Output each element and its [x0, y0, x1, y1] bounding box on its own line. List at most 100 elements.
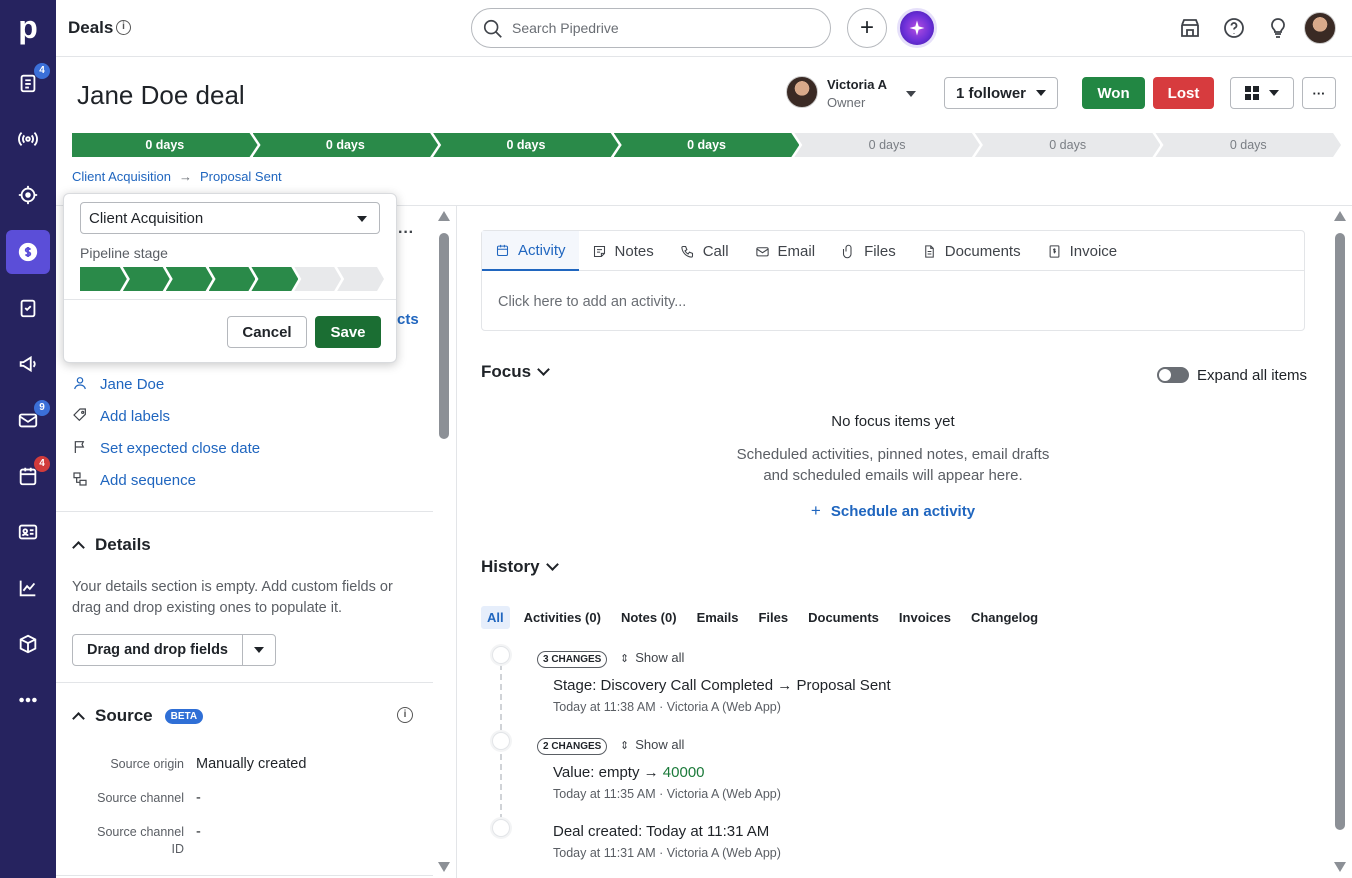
- won-button[interactable]: Won: [1082, 77, 1145, 109]
- main-scrollbar-thumb[interactable]: [1335, 233, 1345, 830]
- nav-mail[interactable]: 9: [6, 398, 50, 442]
- note-icon: [593, 245, 605, 257]
- search-box[interactable]: [471, 8, 831, 48]
- tab-call[interactable]: Call: [667, 231, 742, 271]
- more-actions-button[interactable]: ···: [1302, 77, 1336, 109]
- source-origin-value[interactable]: Manually created: [196, 756, 306, 772]
- pipeline-stage[interactable]: 0 days: [794, 133, 980, 157]
- nav-insights[interactable]: [6, 566, 50, 610]
- nav-tasks[interactable]: [6, 286, 50, 330]
- source-channel-value[interactable]: -: [196, 790, 201, 806]
- add-labels-row[interactable]: Add labels: [72, 407, 170, 425]
- drag-drop-fields-button[interactable]: Drag and drop fields: [73, 635, 243, 665]
- history-tab-notes[interactable]: Notes (0): [615, 606, 683, 629]
- drag-drop-menu-button[interactable]: [243, 635, 275, 665]
- tab-documents[interactable]: Documents: [909, 231, 1034, 271]
- timeline-dot: [492, 732, 510, 750]
- help-icon[interactable]: [1222, 16, 1246, 40]
- source-channel-id-value[interactable]: -: [196, 824, 201, 840]
- scroll-up-arrow[interactable]: [438, 211, 450, 221]
- stage-link[interactable]: Proposal Sent: [200, 169, 282, 184]
- stage-option[interactable]: [209, 267, 256, 291]
- show-all-link[interactable]: ⇕ Show all: [620, 737, 684, 752]
- lightbulb-icon[interactable]: [1266, 16, 1290, 40]
- ai-assistant-button[interactable]: [897, 8, 937, 48]
- add-button[interactable]: +: [847, 8, 887, 48]
- nav-deals-list[interactable]: 4: [6, 61, 50, 105]
- schedule-activity-link[interactable]: + Schedule an activity: [481, 501, 1305, 521]
- nav-leads[interactable]: [6, 117, 50, 161]
- scroll-down-arrow[interactable]: [438, 862, 450, 872]
- tab-files[interactable]: Files: [828, 231, 909, 271]
- pipeline-select[interactable]: Client Acquisition: [80, 202, 380, 234]
- stage-option[interactable]: [80, 267, 127, 291]
- nav-more[interactable]: [6, 678, 50, 722]
- nav-campaigns[interactable]: [6, 342, 50, 386]
- close-date-link[interactable]: Set expected close date: [100, 440, 260, 457]
- tab-email[interactable]: Email: [742, 231, 829, 271]
- summary-menu-button[interactable]: ···: [398, 224, 414, 242]
- nav-calendar[interactable]: 4: [6, 454, 50, 498]
- history-tab-files[interactable]: Files: [752, 606, 794, 629]
- add-labels-link[interactable]: Add labels: [100, 408, 170, 425]
- expand-all-toggle[interactable]: [1157, 367, 1189, 383]
- pipeline-stage[interactable]: 0 days: [433, 133, 619, 157]
- stage-option[interactable]: [294, 267, 341, 291]
- focus-section-header[interactable]: Focus: [481, 362, 550, 382]
- info-icon[interactable]: i: [116, 20, 131, 35]
- pipeline-stage[interactable]: 0 days: [72, 133, 258, 157]
- lost-button[interactable]: Lost: [1153, 77, 1214, 109]
- history-tab-documents[interactable]: Documents: [802, 606, 885, 629]
- megaphone-icon: [19, 355, 36, 373]
- left-scrollbar-thumb[interactable]: [439, 233, 449, 439]
- show-all-link[interactable]: ⇕ Show all: [620, 650, 684, 665]
- tab-activity[interactable]: Activity: [482, 231, 579, 271]
- tab-invoice[interactable]: Invoice: [1034, 231, 1131, 271]
- pipeline-stage[interactable]: 0 days: [975, 133, 1161, 157]
- contacts-link-peek[interactable]: cts: [397, 311, 419, 328]
- history-tab-emails[interactable]: Emails: [691, 606, 745, 629]
- close-date-row[interactable]: Set expected close date: [72, 439, 260, 457]
- history-tab-all[interactable]: All: [481, 606, 510, 629]
- stage-option[interactable]: [123, 267, 170, 291]
- scroll-up-arrow[interactable]: [1334, 211, 1346, 221]
- stage-option[interactable]: [251, 267, 298, 291]
- expand-all-label[interactable]: Expand all items: [1197, 367, 1307, 384]
- pipeline-stage[interactable]: 0 days: [614, 133, 800, 157]
- pipeline-stage[interactable]: 0 days: [1155, 133, 1341, 157]
- user-avatar[interactable]: [1304, 12, 1336, 44]
- history-tab-changelog[interactable]: Changelog: [965, 606, 1044, 629]
- view-switcher-button[interactable]: [1230, 77, 1294, 109]
- nav-deals[interactable]: [6, 230, 50, 274]
- deal-value-link[interactable]: 40000: [663, 764, 705, 781]
- pipedrive-logo[interactable]: p: [14, 10, 42, 44]
- history-tab-invoices[interactable]: Invoices: [893, 606, 957, 629]
- tab-notes[interactable]: Notes: [579, 231, 667, 271]
- owner-name[interactable]: Victoria A: [827, 77, 887, 92]
- nav-projects[interactable]: [6, 173, 50, 217]
- add-activity-placeholder[interactable]: Click here to add an activity...: [498, 294, 686, 310]
- deal-title[interactable]: Jane Doe deal: [77, 80, 245, 111]
- pipeline-stage[interactable]: 0 days: [253, 133, 439, 157]
- info-icon[interactable]: i: [397, 707, 413, 723]
- history-tab-activities[interactable]: Activities (0): [518, 606, 607, 629]
- save-button[interactable]: Save: [315, 316, 381, 348]
- person-link[interactable]: Jane Doe: [100, 376, 164, 393]
- follower-button[interactable]: 1 follower: [944, 77, 1058, 109]
- add-sequence-link[interactable]: Add sequence: [100, 472, 196, 489]
- person-row[interactable]: Jane Doe: [72, 375, 164, 393]
- cancel-button[interactable]: Cancel: [227, 316, 307, 348]
- history-section-header[interactable]: History: [481, 557, 559, 577]
- nav-products[interactable]: [6, 622, 50, 666]
- search-input[interactable]: [512, 18, 812, 38]
- stage-option[interactable]: [337, 267, 384, 291]
- details-section-header[interactable]: Details: [72, 535, 151, 555]
- nav-contacts[interactable]: [6, 510, 50, 554]
- stage-option[interactable]: [166, 267, 213, 291]
- scroll-down-arrow[interactable]: [1334, 862, 1346, 872]
- pipeline-link[interactable]: Client Acquisition: [72, 169, 171, 184]
- sequence-row[interactable]: Add sequence: [72, 471, 196, 489]
- source-section-header[interactable]: Source BETA: [72, 706, 204, 726]
- owner-chevron-down-icon[interactable]: [906, 91, 916, 97]
- marketplace-icon[interactable]: [1178, 16, 1202, 40]
